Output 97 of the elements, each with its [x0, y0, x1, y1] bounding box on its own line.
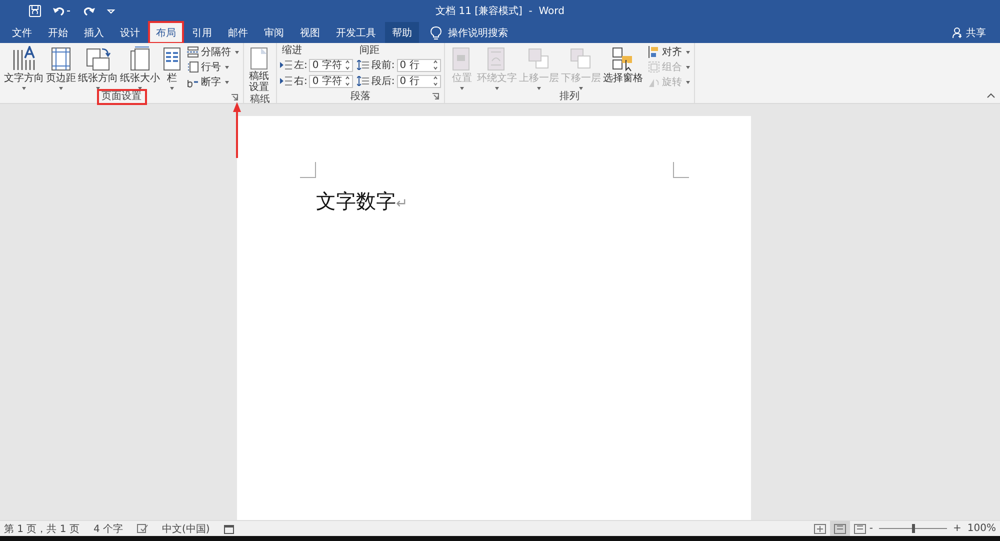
spin-field[interactable]: 0 字符 [309, 58, 354, 72]
section-heading: 缩进 [281, 45, 303, 56]
ribbon-button[interactable]: 页边距 [45, 45, 77, 91]
space-before-icon [357, 60, 370, 70]
text-direction-icon [11, 46, 37, 72]
window-title: 文档 11 [兼容模式] - Word [436, 4, 564, 18]
ribbon-tab[interactable]: 开发工具 [329, 22, 383, 43]
space-after-icon [357, 76, 370, 86]
caret-icon [686, 50, 690, 54]
redo-icon[interactable] [82, 5, 96, 17]
ribbon-tab[interactable]: 邮件 [221, 22, 255, 43]
word-count[interactable]: 4 个字 [93, 522, 123, 536]
page-size-icon [128, 46, 152, 72]
section-heading: 间距 [358, 45, 380, 56]
caret-icon [225, 66, 229, 68]
tell-me-search[interactable]: 操作说明搜索 [448, 26, 508, 40]
caret-icon [170, 87, 174, 90]
field-label: 左: [294, 59, 308, 72]
print-layout-icon [834, 524, 846, 534]
group-label: 稿纸 [249, 94, 271, 106]
indent-left-icon [280, 60, 292, 70]
macro-icon[interactable] [224, 524, 234, 534]
caret-icon [536, 87, 541, 90]
align-icon [648, 46, 660, 58]
caret-icon [494, 87, 499, 90]
spinner-icon [345, 60, 350, 70]
crop-mark [300, 162, 316, 178]
group-label: 排列 [558, 91, 580, 103]
ribbon-tab[interactable]: 设计 [113, 22, 147, 43]
ribbon-tab[interactable]: 引用 [185, 22, 219, 43]
caret-icon [96, 87, 100, 90]
lightbulb-icon [430, 26, 442, 40]
ribbon-tab[interactable]: 开始 [41, 22, 75, 43]
crop-mark [673, 162, 689, 178]
zoom-slider-thumb[interactable] [912, 524, 916, 533]
margins-icon [49, 46, 73, 72]
dialog-launcher-icon[interactable] [231, 94, 238, 101]
proofing-icon[interactable] [137, 524, 148, 533]
ribbon-button[interactable]: 稿纸 设置 [247, 45, 271, 94]
orientation-icon [85, 46, 111, 72]
group-icon [648, 61, 660, 73]
spinner-icon [345, 76, 350, 86]
columns-icon [162, 46, 182, 72]
field-label: 右: [294, 75, 308, 88]
field-label: 段前: [371, 59, 395, 72]
read-mode-icon [814, 524, 826, 534]
page-count[interactable]: 第 1 页，共 1 页 [4, 522, 80, 536]
caret-icon [235, 50, 239, 54]
person-icon [952, 27, 963, 38]
share-button[interactable]: 共享 [938, 22, 1000, 43]
ribbon-tab[interactable]: 视图 [293, 22, 327, 43]
ribbon-button[interactable]: 分隔符 [186, 45, 240, 59]
save-icon[interactable] [28, 4, 42, 18]
ribbon-tab[interactable]: 插入 [77, 22, 111, 43]
caret-icon [578, 87, 583, 90]
view-button[interactable] [830, 521, 850, 536]
spin-field[interactable]: 0 行 [396, 74, 441, 88]
ribbon-button[interactable]: 文字方向 [3, 45, 45, 91]
ribbon-button[interactable]: 纸张方向 [77, 45, 119, 91]
zoom-in-button[interactable]: + [953, 523, 962, 534]
zoom-level[interactable]: 100% [967, 523, 996, 534]
ribbon-tab[interactable]: 文件 [5, 22, 39, 43]
document-text: 文字数字 [316, 188, 396, 215]
caret-icon [225, 80, 229, 84]
ribbon-button[interactable]: 选择窗格 [602, 45, 644, 85]
caret-icon [22, 87, 26, 90]
group-label: 段落 [349, 90, 372, 102]
manuscript-icon [248, 46, 270, 70]
undo-icon[interactable] [52, 5, 72, 17]
ribbon-button[interactable]: 行号 [186, 60, 240, 74]
language[interactable]: 中文(中国) [162, 522, 210, 536]
spin-field[interactable]: 0 行 [396, 58, 441, 72]
ribbon-button[interactable]: 对齐 [646, 45, 691, 59]
ribbon-tab[interactable]: 审阅 [257, 22, 291, 43]
group-label: 页面设置 [98, 91, 144, 103]
ribbon-button[interactable]: 断字 [186, 75, 240, 89]
ribbon-button[interactable]: 纸张大小 [119, 45, 161, 91]
ribbon-tab[interactable]: 布局 [149, 22, 183, 43]
line-numbers-icon [187, 61, 199, 73]
caret-icon [686, 80, 690, 84]
spinner-icon [432, 60, 438, 70]
dialog-launcher-icon[interactable] [432, 93, 439, 100]
ribbon-tab[interactable]: 帮助 [385, 22, 419, 43]
paragraph-mark: ↵ [396, 196, 408, 212]
indent-right-icon [280, 76, 292, 86]
breaks-icon [187, 46, 199, 58]
caret-icon [138, 87, 142, 90]
spin-field[interactable]: 0 字符 [309, 74, 354, 88]
spinner-icon [432, 76, 438, 86]
caret-icon [460, 87, 464, 90]
zoom-out-button[interactable]: - [869, 523, 874, 534]
caret-icon [59, 87, 63, 90]
collapse-ribbon-icon[interactable] [987, 93, 995, 98]
caret-icon [686, 66, 690, 68]
web-layout-icon [854, 524, 866, 534]
field-label: 段后: [371, 74, 395, 88]
ribbon-button[interactable]: 栏 [161, 45, 183, 91]
